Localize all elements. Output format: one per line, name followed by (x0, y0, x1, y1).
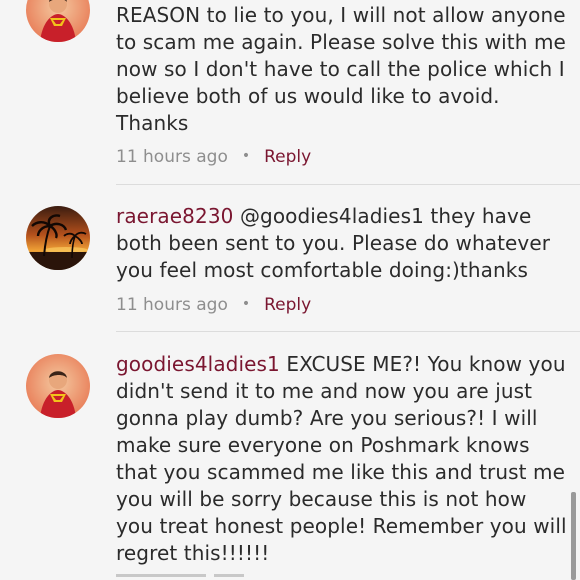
comments-screen: REASON to lie to you, I will not allow a… (0, 0, 580, 580)
comment-timestamp: 11 hours ago (116, 147, 228, 167)
divider (116, 331, 580, 332)
scrollbar[interactable] (571, 492, 576, 580)
avatar[interactable] (26, 0, 90, 42)
comment-username[interactable]: raerae8230 (116, 204, 233, 228)
comment-body: REASON to lie to you, I will not allow a… (116, 3, 566, 135)
superman-avatar-icon (26, 0, 90, 42)
avatar[interactable] (26, 206, 90, 270)
meta-separator: • (241, 296, 251, 312)
comment-username[interactable]: goodies4ladies1 (116, 352, 280, 376)
comment-meta: 11 hours ago • Reply (116, 294, 311, 317)
comment-text: REASON to lie to you, I will not allow a… (116, 2, 568, 137)
comment-text: goodies4ladies1 EXCUSE ME?! You know you… (116, 351, 568, 567)
comment-timestamp: 11 hours ago (116, 295, 228, 315)
superman-avatar-icon (26, 354, 90, 418)
meta-separator: • (241, 148, 251, 164)
comment-body: EXCUSE ME?! You know you didn't send it … (116, 352, 567, 565)
avatar[interactable] (26, 354, 90, 418)
reply-button[interactable]: Reply (264, 147, 311, 167)
reply-button[interactable]: Reply (264, 295, 311, 315)
comment-text: raerae8230 @goodies4ladies1 they have bo… (116, 203, 568, 284)
comment-meta: 11 hours ago • Reply (116, 146, 311, 169)
comment-meta-cutoff (116, 574, 316, 580)
sunset-palm-avatar-icon (26, 206, 90, 270)
divider (116, 184, 580, 185)
